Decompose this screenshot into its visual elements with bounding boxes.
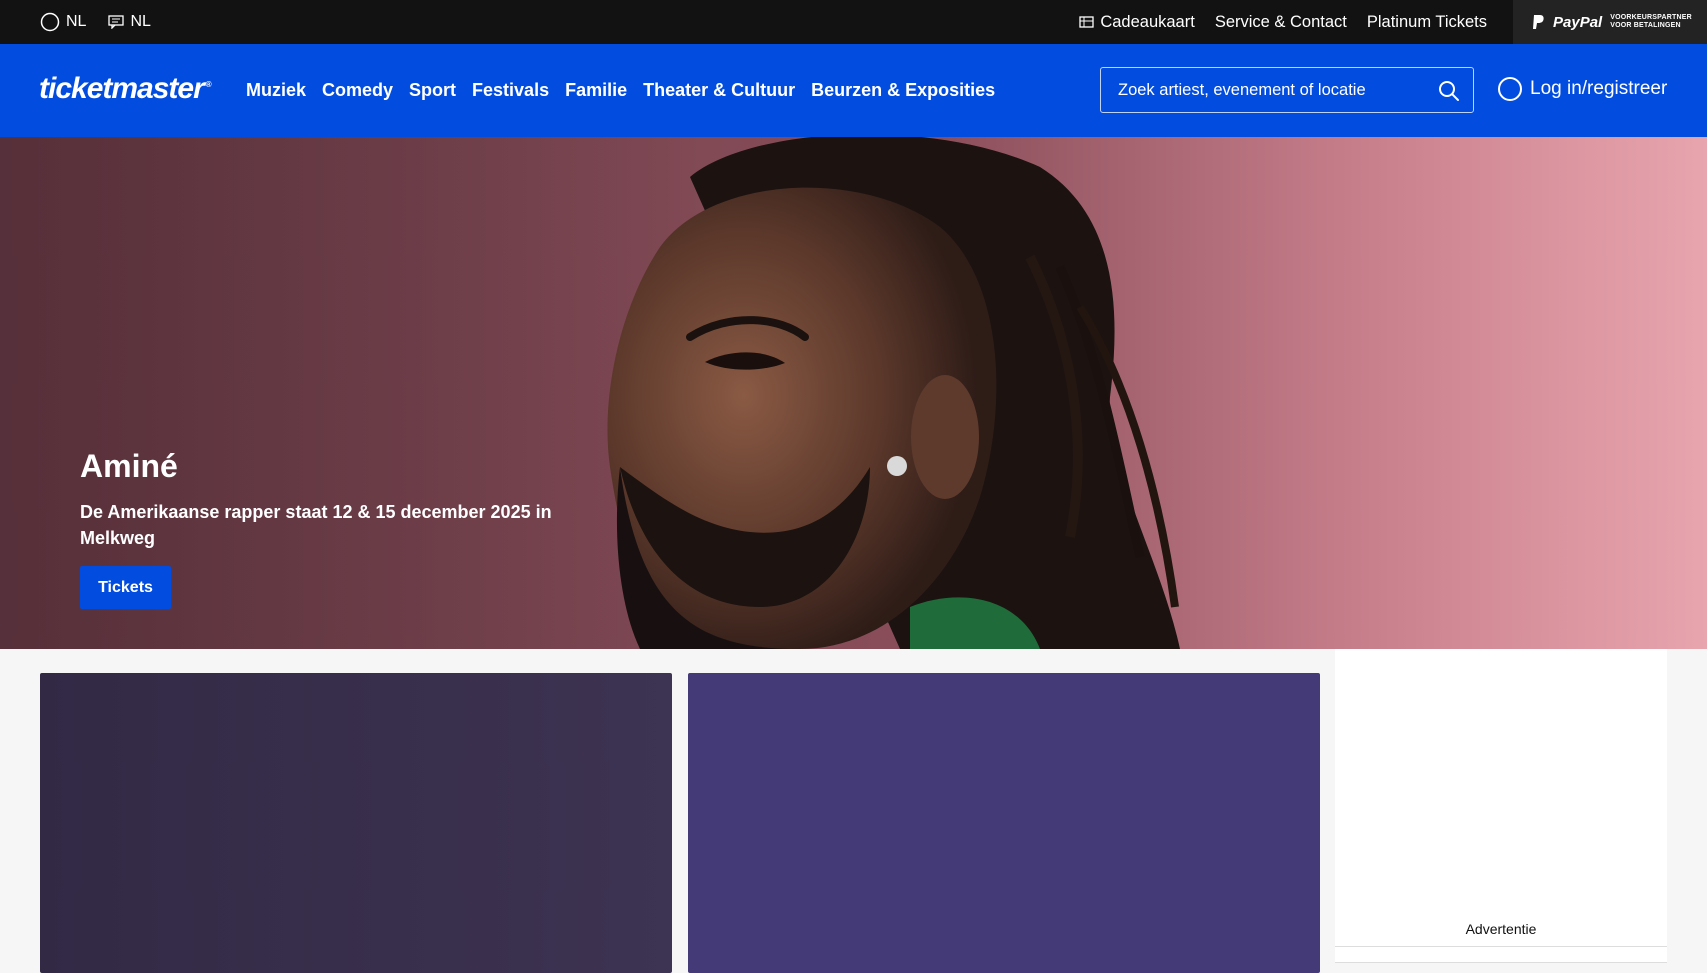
menu-item-comedy[interactable]: Comedy [322, 80, 393, 101]
chat-bubble-icon [108, 15, 125, 29]
login-label: Log in/registreer [1530, 78, 1668, 99]
service-contact-link[interactable]: Service & Contact [1215, 13, 1347, 32]
main-nav: ticketmaster ® Muziek Comedy Sport Festiv… [0, 44, 1707, 137]
gift-card-label: Cadeaukaart [1100, 12, 1195, 31]
paypal-tagline-2: VOOR BETALINGEN [1610, 22, 1681, 29]
globe-icon [40, 12, 60, 32]
paypal-brand: PayPal [1553, 13, 1603, 31]
ticketmaster-logo[interactable]: ticketmaster ® [39, 72, 212, 106]
hero-banner[interactable]: Aminé De Amerikaanse rapper staat 12 & 1… [0, 137, 1707, 649]
search-box [1100, 67, 1474, 113]
category-menu: Muziek Comedy Sport Festivals Familie Th… [246, 44, 995, 137]
menu-item-familie[interactable]: Familie [565, 80, 627, 101]
promo-card[interactable] [688, 673, 1320, 973]
platinum-tickets-link[interactable]: Platinum Tickets [1367, 13, 1487, 32]
service-contact-label: Service & Contact [1214, 12, 1347, 31]
artist-portrait-image [607, 137, 1180, 649]
country-label: NL [66, 13, 87, 30]
language-selector[interactable]: NL [108, 13, 151, 31]
advertisement-slot[interactable]: Advertentie [1335, 649, 1667, 963]
search-input[interactable] [1101, 80, 1421, 100]
menu-item-muziek[interactable]: Muziek [246, 80, 306, 101]
login-button[interactable]: Log in/registreer [1498, 77, 1667, 101]
paypal-logo-icon [1533, 15, 1544, 29]
menu-item-beurzen-exposities[interactable]: Beurzen & Exposities [811, 80, 995, 101]
country-selector[interactable]: NL [40, 12, 86, 32]
ad-label: Advertentie [1465, 921, 1537, 937]
tickets-button[interactable]: Tickets [80, 566, 171, 609]
paypal-tagline-1: VOORKEURSPARTNER [1610, 14, 1692, 21]
search-icon[interactable] [1437, 79, 1461, 103]
ad-divider [1335, 946, 1667, 947]
menu-item-theater-cultuur[interactable]: Theater & Cultuur [643, 80, 795, 101]
paypal-tagline: VOORKEURSPARTNER VOOR BETALINGEN [1610, 14, 1692, 30]
logo-registered-mark: ® [205, 80, 212, 89]
hero-subtitle: De Amerikaanse rapper staat 12 & 15 dece… [80, 502, 552, 548]
promo-card[interactable] [40, 673, 672, 973]
gift-card-icon [1079, 16, 1094, 28]
menu-item-festivals[interactable]: Festivals [472, 80, 549, 101]
platinum-tickets-label: Platinum Tickets [1366, 12, 1487, 31]
hero-title: Aminé [80, 448, 178, 484]
language-label: NL [130, 13, 151, 30]
menu-item-sport[interactable]: Sport [409, 80, 456, 101]
gift-card-link[interactable]: Cadeaukaart [1079, 12, 1195, 32]
paypal-partner-badge[interactable]: PayPal VOORKEURSPARTNER VOOR BETALINGEN [1513, 0, 1707, 44]
logo-text: ticketmaster [39, 72, 205, 105]
user-icon [1498, 77, 1522, 101]
utility-bar: NL NL Cadeaukaart Service & Contact Plat… [0, 0, 1707, 44]
